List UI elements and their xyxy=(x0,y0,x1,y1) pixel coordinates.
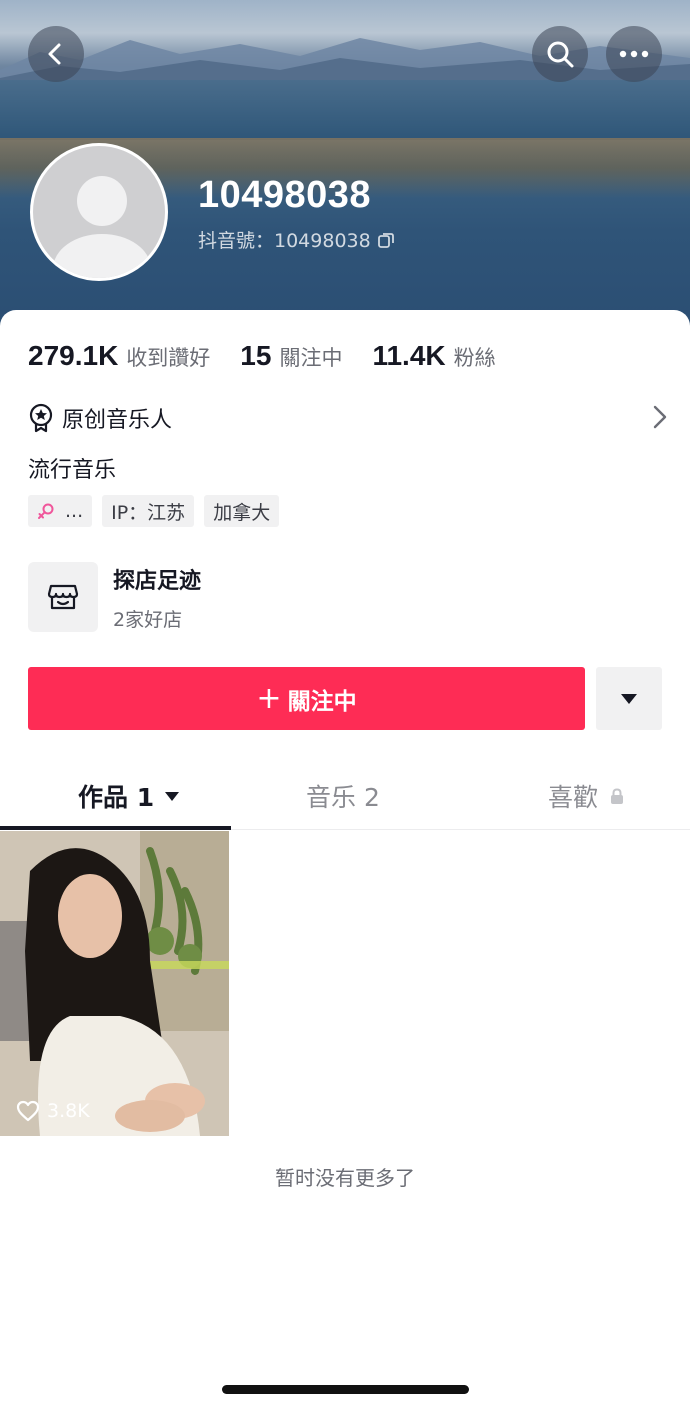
store-icon xyxy=(47,584,79,610)
badge-star-icon xyxy=(29,403,53,433)
gender-tag: ... xyxy=(28,495,93,527)
douyin-id-text: 抖音號：10498038 xyxy=(198,230,371,252)
location-tag: 加拿大 xyxy=(204,495,280,527)
stats-row: 279.1K 收到讚好 15 關注中 11.4K 粉絲 xyxy=(28,340,526,372)
store-visits-subtitle: 2家好店 xyxy=(113,608,183,631)
ip-location-tag: IP：江苏 xyxy=(102,495,195,527)
store-visits-title: 探店足迹 xyxy=(113,568,202,594)
stat-label: 關注中 xyxy=(279,346,343,370)
search-button[interactable] xyxy=(532,26,588,82)
store-icon-box xyxy=(28,562,98,632)
stat-value: 15 xyxy=(240,340,272,371)
no-more-content-text: 暂时没有更多了 xyxy=(275,1166,415,1190)
following-label: 關注中 xyxy=(287,688,357,715)
gender-tag-extra: ... xyxy=(65,500,84,522)
stat-following[interactable]: 15 關注中 xyxy=(240,340,342,372)
home-indicator[interactable] xyxy=(222,1385,469,1394)
video-likes-count: 3.8K xyxy=(47,1100,90,1122)
heart-icon xyxy=(16,1100,40,1122)
ellipsis-icon xyxy=(619,50,649,58)
stat-followers[interactable]: 11.4K 粉絲 xyxy=(372,340,495,372)
original-musician-label: 原创音乐人 xyxy=(62,408,173,433)
chevron-left-icon xyxy=(48,43,61,65)
store-visits-row[interactable]: 探店足迹 2家好店 xyxy=(28,562,201,632)
original-musician-row[interactable]: 原创音乐人 xyxy=(28,402,668,434)
lake xyxy=(0,80,690,140)
following-button[interactable]: + 關注中 xyxy=(28,667,585,730)
tab-likes[interactable]: 喜歡 xyxy=(548,778,624,814)
caret-down-icon xyxy=(621,693,637,704)
tab-works-label: 作品 1 xyxy=(78,783,155,812)
avatar-placeholder-head xyxy=(77,176,127,226)
avatar-placeholder-body xyxy=(53,234,151,278)
content-tabs: 作品 1 音乐 2 喜歡 xyxy=(0,760,690,830)
video-likes: 3.8K xyxy=(16,1100,90,1122)
store-visits-text: 探店足迹 2家好店 xyxy=(113,563,201,632)
plus-icon: + xyxy=(256,680,282,716)
chevron-right-icon xyxy=(653,405,667,429)
search-icon xyxy=(547,41,574,68)
username: 10498038 xyxy=(198,174,372,216)
active-tab-indicator xyxy=(0,826,231,830)
stat-value: 11.4K xyxy=(372,340,446,371)
lock-icon xyxy=(611,787,624,804)
tab-works[interactable]: 作品 1 xyxy=(78,778,180,814)
bio-text: 流行音乐 xyxy=(28,458,117,483)
more-options-button[interactable] xyxy=(606,26,662,82)
stat-label: 粉絲 xyxy=(453,346,496,370)
tab-music[interactable]: 音乐 2 xyxy=(306,778,380,814)
douyin-id[interactable]: 抖音號：10498038 xyxy=(198,226,395,253)
copy-icon[interactable] xyxy=(377,231,395,249)
tab-music-label: 音乐 2 xyxy=(306,783,380,812)
video-thumbnail[interactable]: 3.8K xyxy=(0,831,229,1136)
tab-likes-label: 喜歡 xyxy=(548,783,599,812)
stat-value: 279.1K xyxy=(28,340,119,371)
avatar[interactable] xyxy=(30,143,168,281)
back-button[interactable] xyxy=(28,26,84,82)
stat-label: 收到讚好 xyxy=(126,346,211,370)
profile-tags: ... IP：江苏 加拿大 xyxy=(28,495,280,527)
stat-likes[interactable]: 279.1K 收到讚好 xyxy=(28,340,210,372)
female-symbol-icon xyxy=(38,503,54,519)
video-cover-image xyxy=(0,831,229,1136)
recommend-dropdown-button[interactable] xyxy=(596,667,662,730)
caret-down-icon xyxy=(165,791,180,801)
